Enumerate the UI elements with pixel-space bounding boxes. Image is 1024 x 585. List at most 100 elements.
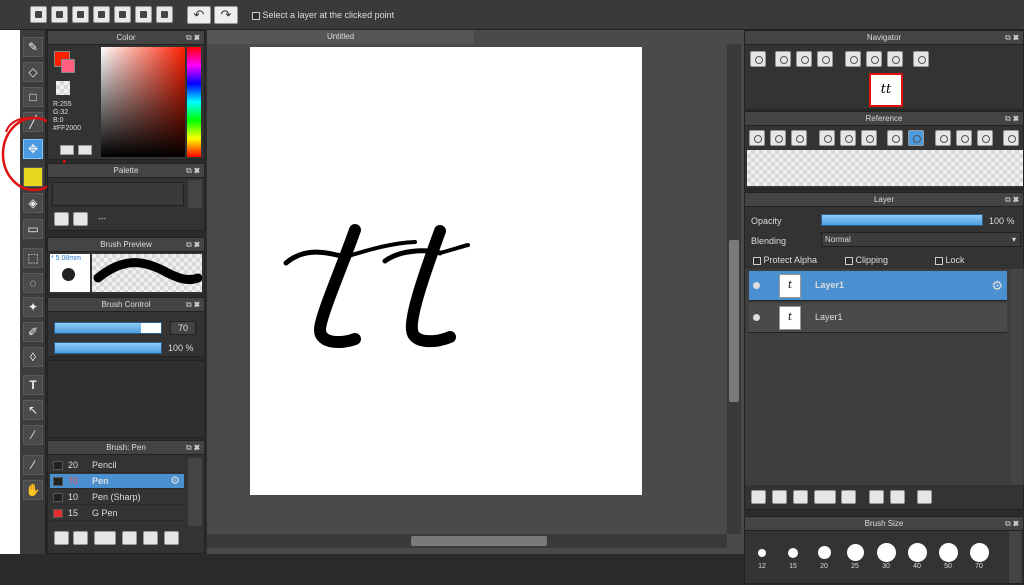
rotate-right-icon[interactable]	[887, 51, 903, 67]
new-palette-icon[interactable]	[54, 212, 69, 226]
brush-size-cell[interactable]: 70	[965, 539, 993, 579]
layer-folder-icon[interactable]	[841, 490, 856, 504]
ref-folder-icon[interactable]	[770, 130, 786, 146]
visibility-icon[interactable]	[753, 314, 760, 321]
magic-wand-tool-icon[interactable]: ✦	[23, 297, 43, 317]
ref-open-icon[interactable]	[749, 130, 765, 146]
ref-close-icon[interactable]	[791, 130, 807, 146]
document-tab[interactable]: Untitled	[207, 30, 474, 44]
ref-rotate-right-icon[interactable]	[977, 130, 993, 146]
layer-opacity-slider[interactable]	[821, 214, 983, 226]
brush-size-value[interactable]: 70	[170, 321, 196, 335]
merge-layer-icon[interactable]	[890, 490, 905, 504]
ref-rotate-left-icon[interactable]	[935, 130, 951, 146]
hue-slider[interactable]	[187, 47, 201, 157]
flip-icon[interactable]	[913, 51, 929, 67]
fit-icon[interactable]	[796, 51, 812, 67]
blending-select[interactable]: Normal ▾	[821, 232, 1021, 247]
vertical-scroll-thumb[interactable]	[729, 240, 739, 402]
message-icon[interactable]	[93, 6, 110, 23]
brush-size-cell[interactable]: 50	[934, 539, 962, 579]
ref-hand-icon[interactable]	[908, 130, 924, 146]
layer-row[interactable]: t Layer1	[749, 303, 1007, 333]
layout-icon[interactable]	[156, 6, 173, 23]
brush-size-cell[interactable]: 12	[748, 539, 776, 579]
gear-icon[interactable]: ⚙	[991, 278, 1003, 294]
duplicate-layer-icon[interactable]	[793, 490, 808, 504]
select-pen-tool-icon[interactable]: ✐	[23, 322, 43, 342]
panel-controls-icon[interactable]: ⧉ ✖	[1005, 193, 1019, 207]
rotate-left-icon[interactable]	[845, 51, 861, 67]
brush-list-scrollbar[interactable]	[188, 458, 202, 526]
brush-size-slider[interactable]	[54, 322, 162, 334]
lasso-tool-icon[interactable]: ◌	[23, 273, 43, 293]
layer-copy-icon[interactable]	[869, 490, 884, 504]
brush-size-cell[interactable]: 40	[903, 539, 931, 579]
add-layer-menu-icon[interactable]	[814, 490, 836, 504]
clipping-checkbox[interactable]	[845, 256, 853, 265]
hand-tool-icon[interactable]: ✋	[23, 480, 43, 500]
brush-item-g-pen[interactable]: 15 G Pen	[50, 506, 184, 521]
palette-swatch-area[interactable]	[52, 182, 184, 206]
undo-button[interactable]: ↶	[187, 6, 211, 24]
brush-tool-icon[interactable]: ✎	[23, 37, 43, 57]
gear-icon[interactable]: ⚙	[170, 474, 180, 489]
new-brush-icon[interactable]	[73, 531, 88, 545]
text-tool-icon[interactable]: T	[23, 375, 43, 395]
reference-canvas[interactable]	[747, 150, 1023, 186]
palette-scrollbar[interactable]	[188, 180, 202, 208]
clipping-option[interactable]: Clipping	[845, 255, 888, 265]
brush-doc-icon[interactable]	[122, 531, 137, 545]
delete-palette-icon[interactable]	[73, 212, 88, 226]
panel-controls-icon[interactable]: ⧉ ✖	[1005, 517, 1019, 531]
zoom-in-icon[interactable]	[750, 51, 766, 67]
panel-controls-icon[interactable]: ⧉ ✖	[186, 164, 200, 178]
drawing-canvas[interactable]	[250, 47, 642, 495]
canvas-horizontal-scrollbar[interactable]	[207, 534, 727, 548]
transparent-color-swatch[interactable]	[56, 81, 70, 95]
visibility-icon[interactable]	[753, 282, 760, 289]
panel-controls-icon[interactable]: ⧉ ✖	[1005, 112, 1019, 126]
brush-item-pencil[interactable]: 20 Pencil	[50, 458, 184, 473]
brush-size-scrollbar[interactable]	[1009, 531, 1021, 583]
navigator-thumbnail[interactable]: tt	[869, 73, 903, 107]
canvas-vertical-scrollbar[interactable]	[727, 44, 741, 534]
ref-eyedropper-icon[interactable]	[887, 130, 903, 146]
share-icon[interactable]	[51, 6, 68, 23]
color-option-button[interactable]	[78, 145, 92, 155]
color-mode-button[interactable]	[60, 145, 74, 155]
brush-size-cell[interactable]: 20	[810, 539, 838, 579]
new-layer-2-icon[interactable]	[772, 490, 787, 504]
ref-reset-icon[interactable]	[956, 130, 972, 146]
panel-controls-icon[interactable]: ⧉ ✖	[186, 238, 200, 252]
delete-layer-icon[interactable]	[917, 490, 932, 504]
lock-option[interactable]: Lock	[935, 255, 965, 265]
gradient-tool-icon[interactable]: ▭	[23, 219, 43, 239]
panel-controls-icon[interactable]: ⧉ ✖	[186, 298, 200, 312]
zoom-icon[interactable]	[817, 51, 833, 67]
redo-button[interactable]: ↷	[214, 6, 238, 24]
brush-folder-icon[interactable]	[143, 531, 158, 545]
brush-item-pen-sharp[interactable]: 10 Pen (Sharp)	[50, 490, 184, 505]
document-icon[interactable]	[114, 6, 131, 23]
select-layer-option[interactable]: Select a layer at the clicked point	[252, 10, 394, 20]
brush-size-cell[interactable]: 15	[779, 539, 807, 579]
ref-fit-icon[interactable]	[840, 130, 856, 146]
background-color-swatch[interactable]	[61, 59, 75, 73]
eraser-tool-icon[interactable]: ◇	[23, 62, 43, 82]
brush-menu-icon[interactable]	[94, 531, 116, 545]
ref-zoom-out-icon[interactable]	[861, 130, 877, 146]
panel-controls-icon[interactable]: ⧉ ✖	[1005, 31, 1019, 45]
rect-select-tool-icon[interactable]: □	[23, 87, 43, 107]
brush-size-cell[interactable]: 25	[841, 539, 869, 579]
ref-flip-icon[interactable]	[1003, 130, 1019, 146]
new-layer-icon[interactable]	[751, 490, 766, 504]
layer-list-scrollbar[interactable]	[1011, 269, 1023, 485]
lock-checkbox[interactable]	[935, 256, 943, 265]
horizontal-scroll-thumb[interactable]	[411, 536, 547, 546]
brush-opacity-slider[interactable]	[54, 342, 162, 354]
protect-alpha-option[interactable]: Protect Alpha	[753, 255, 817, 265]
grid-icon[interactable]	[135, 6, 152, 23]
select-layer-checkbox[interactable]	[252, 11, 260, 20]
panel-controls-icon[interactable]: ⧉ ✖	[186, 31, 200, 45]
